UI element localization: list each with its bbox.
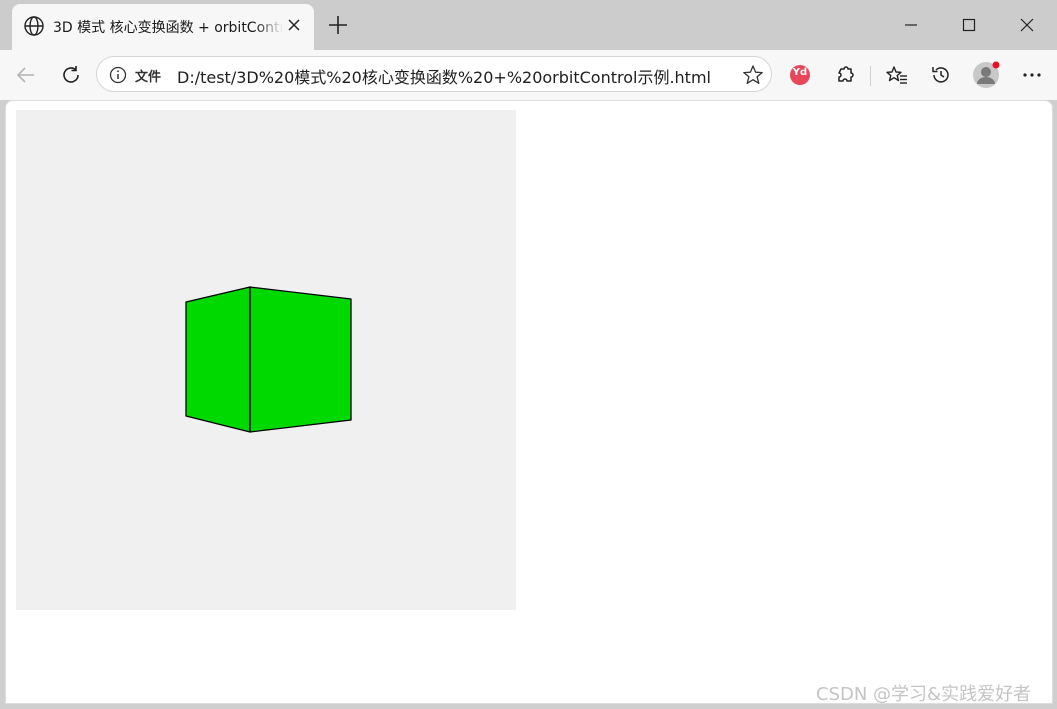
window-close-button[interactable] xyxy=(998,0,1056,50)
address-bar[interactable]: 文件 D:/test/3D%20模式%20核心变换函数%20+%20orbitC… xyxy=(96,56,772,92)
favorites-icon xyxy=(886,66,907,84)
history-icon xyxy=(932,67,949,83)
p5-canvas[interactable] xyxy=(16,110,516,610)
refresh-button[interactable] xyxy=(56,60,86,90)
url-text[interactable]: D:/test/3D%20模式%20核心变换函数%20+%20orbitCont… xyxy=(177,64,711,88)
active-tab[interactable]: 3D 模式 核心变换函数 + orbitControl示例.html xyxy=(12,4,314,50)
tab-title: 3D 模式 核心变换函数 + orbitControl示例.html xyxy=(53,20,283,36)
refresh-icon xyxy=(63,66,79,83)
minimize-icon xyxy=(905,24,917,26)
youdao-label: Yd xyxy=(792,67,808,78)
watermark: CSDN @学习&实践爱好者 xyxy=(816,684,1032,705)
minimize-button[interactable] xyxy=(882,0,940,50)
maximize-icon xyxy=(962,18,976,32)
back-arrow-icon xyxy=(16,67,34,83)
youdao-extension-button[interactable]: Yd xyxy=(785,60,815,90)
more-button[interactable] xyxy=(1017,60,1047,90)
scheme-label: 文件 xyxy=(135,70,162,85)
toolbar-divider xyxy=(870,66,871,86)
extensions-icon xyxy=(838,66,854,82)
cube-front-right-face xyxy=(249,286,352,433)
extensions-button[interactable] xyxy=(831,60,861,90)
star-icon[interactable] xyxy=(742,64,764,86)
tab-strip: 3D 模式 核心变换函数 + orbitControl示例.html xyxy=(0,0,1057,50)
favorites-button[interactable] xyxy=(882,60,912,90)
info-icon[interactable] xyxy=(109,66,127,84)
cube-front-left-face xyxy=(185,286,251,433)
browser-toolbar: 文件 D:/test/3D%20模式%20核心变换函数%20+%20orbitC… xyxy=(0,50,1057,100)
plus-icon[interactable] xyxy=(326,13,350,37)
maximize-button[interactable] xyxy=(940,0,998,50)
close-icon[interactable] xyxy=(286,17,302,33)
cube-drawing xyxy=(185,286,352,433)
browser-window: 3D 模式 核心变换函数 + orbitControl示例.html xyxy=(0,0,1057,709)
back-button[interactable] xyxy=(11,60,41,90)
history-button[interactable] xyxy=(926,60,956,90)
more-icon xyxy=(1023,73,1041,77)
close-icon xyxy=(1020,18,1034,32)
globe-icon xyxy=(23,15,45,37)
profile-avatar xyxy=(973,61,1000,88)
profile-button[interactable] xyxy=(971,60,1001,90)
